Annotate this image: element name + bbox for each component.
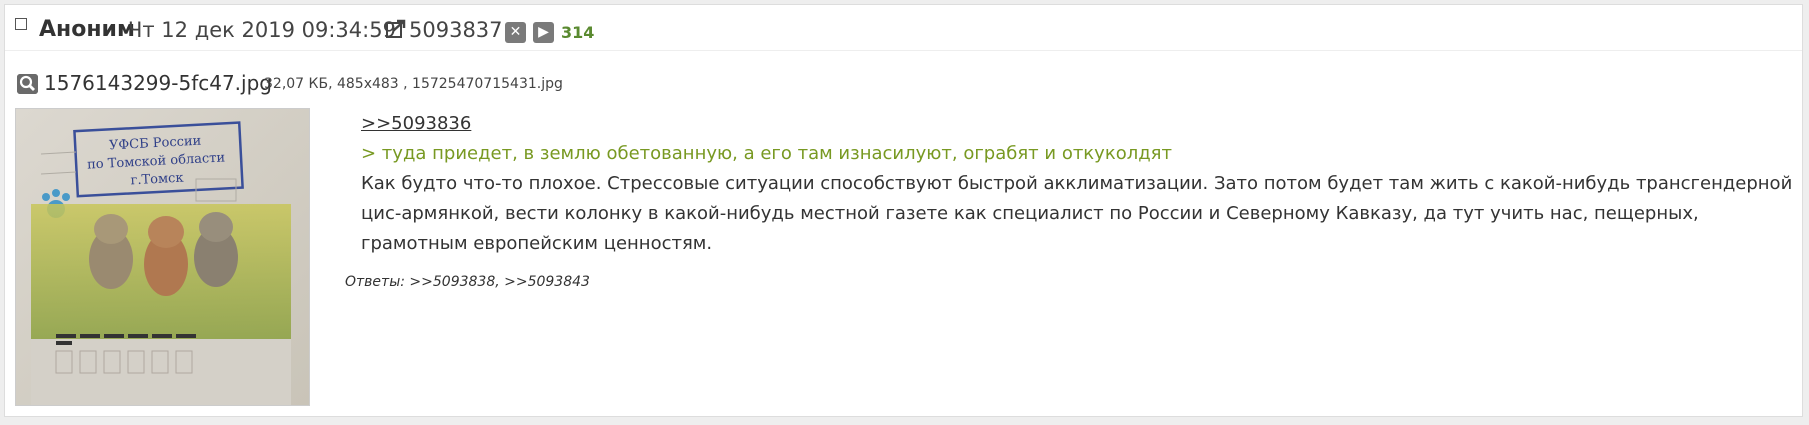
reply-link[interactable]: >>5093836 xyxy=(361,109,471,139)
post-header: Аноним Чт 12 дек 2019 09:34:59 5093837 ✕… xyxy=(5,5,1802,51)
greentext-quote: > туда приедет, в землю обетованную, а е… xyxy=(361,143,1172,164)
play-icon[interactable]: ▶ xyxy=(533,22,554,43)
share-icon[interactable] xyxy=(385,18,407,40)
post-counter: 314 xyxy=(561,23,595,42)
post-replies[interactable]: Ответы: >>5093838, >>5093843 xyxy=(345,274,590,290)
post-number[interactable]: 5093837 xyxy=(409,18,503,42)
select-checkbox[interactable] xyxy=(15,18,27,30)
file-name[interactable]: 1576143299-5fc47.jpg xyxy=(44,71,272,95)
post-image-thumbnail[interactable]: УФСБ России по Томской области г.Томск xyxy=(15,108,310,406)
stamp-line-3: г.Томск xyxy=(130,171,184,189)
post-date: Чт 12 дек 2019 09:34:59 xyxy=(128,18,396,42)
poster-name: Аноним xyxy=(39,17,135,42)
close-icon[interactable]: ✕ xyxy=(505,22,526,43)
post-message: Как будто что-то плохое. Стрессовые ситу… xyxy=(361,173,1793,254)
file-meta: 32,07 КБ, 485x483 , 15725470715431.jpg xyxy=(264,76,563,92)
post-body: >>5093836 > туда приедет, в землю обетов… xyxy=(361,109,1801,259)
post: Аноним Чт 12 дек 2019 09:34:59 5093837 ✕… xyxy=(4,4,1803,417)
envelope-image: УФСБ России по Томской области г.Томск xyxy=(16,109,309,405)
search-icon[interactable] xyxy=(17,74,38,94)
